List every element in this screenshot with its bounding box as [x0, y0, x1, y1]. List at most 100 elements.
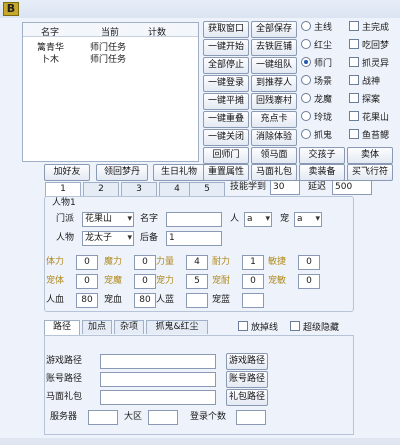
horse-gift-input[interactable]	[100, 390, 216, 405]
check-catch-spirit[interactable]: 抓灵异	[349, 56, 389, 72]
radio-dragon[interactable]: 龙魔	[301, 92, 332, 108]
stat-input-row2-4[interactable]: 0	[298, 274, 320, 289]
tab-addpoint[interactable]: 加点	[82, 320, 112, 334]
stat-input-row1-3[interactable]: 1	[242, 255, 264, 270]
tab-char-2[interactable]: 2	[83, 182, 119, 196]
login-all-button[interactable]: 一键登录	[203, 75, 249, 92]
stat-input-row2-0[interactable]: 0	[76, 274, 98, 289]
back-village-button[interactable]: 回残寨村	[251, 93, 297, 110]
tile-all-button[interactable]: 一键平摊	[203, 93, 249, 110]
stop-all-button[interactable]: 全部停止	[203, 57, 249, 74]
radio-linglong[interactable]: 玲珑	[301, 110, 332, 126]
login-count-label: 登录个数	[190, 412, 227, 422]
close-all-button[interactable]: 一键关闭	[203, 129, 249, 146]
referrer-button[interactable]: 到推荐人	[251, 75, 297, 92]
gift-path-button[interactable]: 礼包路径	[226, 389, 268, 406]
row-current: 师门任务	[90, 55, 127, 65]
blacksmith-button[interactable]: 去铁匠铺	[251, 39, 297, 56]
character-title: 人物1	[52, 198, 76, 208]
stat-input-row1-1[interactable]: 0	[134, 255, 156, 270]
stat-input-row2-2[interactable]: 5	[186, 274, 208, 289]
game-path-button[interactable]: 游戏路径	[226, 353, 268, 370]
name-input[interactable]	[166, 212, 222, 227]
get-horse-button[interactable]: 领马面	[251, 147, 297, 164]
save-all-button[interactable]: 全部保存	[251, 21, 297, 38]
tab-misc[interactable]: 杂项	[114, 320, 144, 334]
stat-input-row3-0[interactable]: 80	[76, 293, 98, 308]
sell-equip-button[interactable]: 卖装备	[299, 164, 345, 181]
birthday-gift-button[interactable]: 生日礼物	[153, 164, 205, 181]
start-all-button[interactable]: 一键开始	[203, 39, 249, 56]
stat-input-row1-0[interactable]: 0	[76, 255, 98, 270]
delay-input[interactable]: 500	[332, 180, 372, 195]
check-war-god[interactable]: 战神	[349, 74, 380, 90]
check-case[interactable]: 探案	[349, 92, 380, 108]
delay-label: 延迟	[308, 182, 327, 192]
stat-input-row2-3[interactable]: 0	[242, 274, 264, 289]
table-row[interactable]: 篱青华 师门任务	[23, 40, 198, 53]
account-path-input[interactable]	[100, 372, 216, 387]
tab-ghost[interactable]: 抓鬼&红尘	[146, 320, 208, 334]
horse-gift-button[interactable]: 马面礼包	[251, 164, 297, 181]
stat-label-row2-1: 宠魔	[104, 276, 123, 286]
clear-exp-button[interactable]: 消除体验	[251, 129, 297, 146]
back-school-button[interactable]: 回师门	[203, 147, 249, 164]
stat-input-row3-1[interactable]: 80	[134, 293, 156, 308]
tab-char-1[interactable]: 1	[45, 182, 81, 197]
radio-scene[interactable]: 场景	[301, 74, 332, 90]
reset-attr-button[interactable]: 重置属性	[203, 164, 249, 181]
server-input[interactable]	[88, 410, 118, 425]
stat-label-row3-0: 人血	[46, 295, 65, 305]
stat-label-row1-3: 耐力	[212, 257, 231, 267]
title-bar	[0, 0, 400, 18]
table-row[interactable]: 卜木 师门任务	[23, 52, 198, 65]
stat-input-row3-3[interactable]	[242, 293, 264, 308]
character-list[interactable]: 名字 当前 计数 篱青华 师门任务 卜木 师门任务	[22, 22, 199, 162]
tab-char-3[interactable]: 3	[121, 182, 157, 196]
team-up-button[interactable]: 一键组队	[251, 57, 297, 74]
buy-fly-button[interactable]: 买飞行符	[347, 164, 393, 181]
check-yutai[interactable]: 鱼苔鳃	[349, 128, 389, 144]
radio-ghost[interactable]: 抓鬼	[301, 128, 332, 144]
stat-input-row3-2[interactable]	[186, 293, 208, 308]
recharge-button[interactable]: 充点卡	[251, 111, 297, 128]
get-window-button[interactable]: 获取窗口	[203, 21, 249, 38]
sect-select[interactable]: 花果山	[82, 212, 134, 227]
check-main-done[interactable]: 主完成	[349, 20, 389, 36]
tab-path[interactable]: 路径	[44, 320, 80, 335]
tab-char-5[interactable]: 5	[189, 182, 225, 196]
hand-child-button[interactable]: 交孩子	[299, 147, 345, 164]
check-huaguoshan[interactable]: 花果山	[349, 110, 389, 126]
radio-main[interactable]: 主线	[301, 20, 332, 36]
overlap-all-button[interactable]: 一键重叠	[203, 111, 249, 128]
stat-label-row1-0: 体力	[46, 257, 65, 267]
stat-label-row1-2: 力量	[156, 257, 175, 267]
stat-input-row1-2[interactable]: 4	[186, 255, 208, 270]
radio-school[interactable]: 师门	[301, 56, 332, 72]
stat-label-row2-4: 宠敏	[268, 276, 287, 286]
char-select[interactable]: 龙太子	[82, 231, 134, 246]
check-eat-huimeng[interactable]: 吃回梦	[349, 38, 389, 54]
account-path-button[interactable]: 账号路径	[226, 371, 268, 388]
skill-input[interactable]: 30	[270, 180, 300, 195]
add-friend-button[interactable]: 加好友	[44, 164, 90, 181]
backup-input[interactable]: 1	[166, 231, 222, 246]
zone-input[interactable]	[148, 410, 178, 425]
bottom-strip	[0, 438, 400, 445]
stat-input-row1-4[interactable]: 0	[298, 255, 320, 270]
stat-input-row2-1[interactable]: 0	[134, 274, 156, 289]
game-path-input[interactable]	[100, 354, 216, 369]
list-header: 名字 当前 计数	[23, 23, 198, 38]
server-label: 服务器	[50, 412, 78, 422]
hide-check[interactable]: 超级隐藏	[290, 320, 339, 336]
person-select[interactable]: a	[244, 212, 272, 227]
pet-select[interactable]: a	[294, 212, 322, 227]
drop-check[interactable]: 放掉线	[238, 320, 278, 336]
radio-hongchen[interactable]: 红尘	[301, 38, 332, 54]
login-count-input[interactable]	[236, 410, 266, 425]
get-huimeng-button[interactable]: 领回梦丹	[96, 164, 148, 181]
sell-body-button[interactable]: 卖体	[347, 147, 393, 164]
stat-label-row3-1: 宠血	[104, 295, 123, 305]
col-header-count: 计数	[148, 28, 167, 38]
skill-label: 技能学到	[230, 182, 267, 192]
